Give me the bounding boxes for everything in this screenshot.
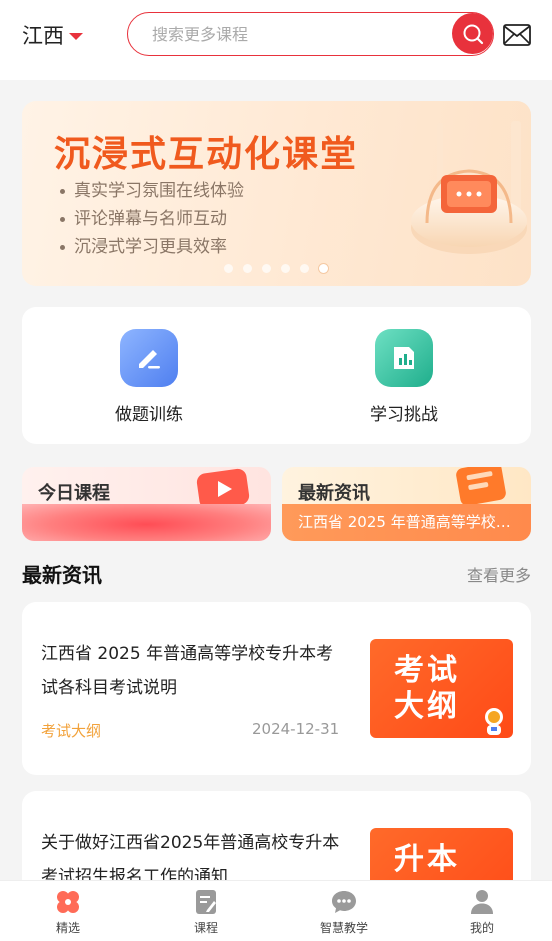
user-icon	[469, 889, 495, 915]
tab-smart-teaching[interactable]: 智慧教学	[299, 889, 389, 936]
tab-mine[interactable]: 我的	[437, 889, 527, 936]
view-more-link[interactable]: 查看更多	[467, 562, 531, 586]
carousel-dot[interactable]	[281, 264, 290, 273]
challenge-label: 学习挑战	[370, 405, 438, 425]
section-title: 最新资讯	[22, 563, 102, 587]
news-title: 江西省 2025 年普通高等学校专升本考试各科目考试说明	[41, 644, 334, 698]
video-play-icon	[196, 468, 250, 509]
astronaut-mascot-icon	[485, 708, 503, 735]
news-date: 2024-12-31	[252, 720, 340, 738]
banner-bullet: 沉浸式学习更具效率	[60, 233, 244, 261]
latest-news-card[interactable]: 最新资讯 江西省 2025 年普通高等学校专升本考试各科目考试说明	[282, 467, 531, 541]
tab-label: 我的	[469, 921, 494, 935]
tab-label: 精选	[55, 921, 80, 935]
news-item[interactable]: 江西省 2025 年普通高等学校专升本考试各科目考试说明 考试大纲 2024-1…	[22, 602, 531, 775]
carousel-dot[interactable]	[243, 264, 252, 273]
top-header: 江西	[0, 0, 552, 80]
today-course-title: 今日课程	[38, 483, 110, 504]
news-icon	[456, 467, 506, 506]
search-bar	[127, 12, 494, 56]
tab-label: 智慧教学	[319, 921, 368, 935]
pencil-icon	[120, 329, 178, 387]
caret-down-icon	[69, 32, 83, 40]
tab-label: 课程	[193, 921, 218, 935]
bottom-tab-bar: 精选 课程 智慧教学 我的	[0, 880, 552, 941]
carousel-dot-active[interactable]	[319, 264, 328, 273]
today-course-bar	[22, 504, 271, 541]
region-label: 江西	[22, 24, 64, 48]
news-tag: 考试大纲	[41, 722, 102, 740]
latest-news-headline: 江西省 2025 年普通高等学校专升本考试各科目考试说明	[298, 513, 518, 531]
region-selector[interactable]: 江西	[22, 20, 83, 50]
carousel-dots	[224, 264, 328, 273]
chart-icon	[375, 329, 433, 387]
notebook-icon	[193, 889, 219, 915]
carousel-dot[interactable]	[224, 264, 233, 273]
latest-news-card-title: 最新资讯	[298, 483, 370, 504]
carousel-dot[interactable]	[262, 264, 271, 273]
banner-bullets: 真实学习氛围在线体验 评论弹幕与名师互动 沉浸式学习更具效率	[60, 177, 244, 261]
news-thumbnail: 考试大纲	[370, 639, 513, 738]
search-input[interactable]	[152, 21, 442, 47]
today-course-card[interactable]: 今日课程	[22, 467, 271, 541]
carousel-dot[interactable]	[300, 264, 309, 273]
search-button[interactable]	[452, 13, 493, 54]
banner-title: 沉浸式互动化课堂	[54, 133, 359, 175]
tab-courses[interactable]: 课程	[161, 889, 251, 936]
chat-icon	[331, 889, 357, 915]
challenge-entry[interactable]: 学习挑战	[324, 329, 484, 425]
classroom-illustration-icon	[411, 121, 527, 254]
practice-label: 做题训练	[115, 405, 183, 425]
practice-entry[interactable]: 做题训练	[69, 329, 229, 425]
mail-icon[interactable]	[503, 24, 531, 46]
banner-bullet: 评论弹幕与名师互动	[60, 205, 244, 233]
quick-entries: 做题训练 学习挑战	[22, 307, 531, 444]
promo-banner[interactable]: 沉浸式互动化课堂 真实学习氛围在线体验 评论弹幕与名师互动 沉浸式学习更具效率	[22, 101, 531, 286]
search-icon	[463, 24, 483, 44]
banner-bullet: 真实学习氛围在线体验	[60, 177, 244, 205]
thumbnail-text: 考试大纲	[394, 653, 460, 724]
flower-icon	[55, 889, 81, 915]
tab-featured[interactable]: 精选	[23, 889, 113, 936]
thumbnail-text: 升本	[394, 842, 460, 877]
